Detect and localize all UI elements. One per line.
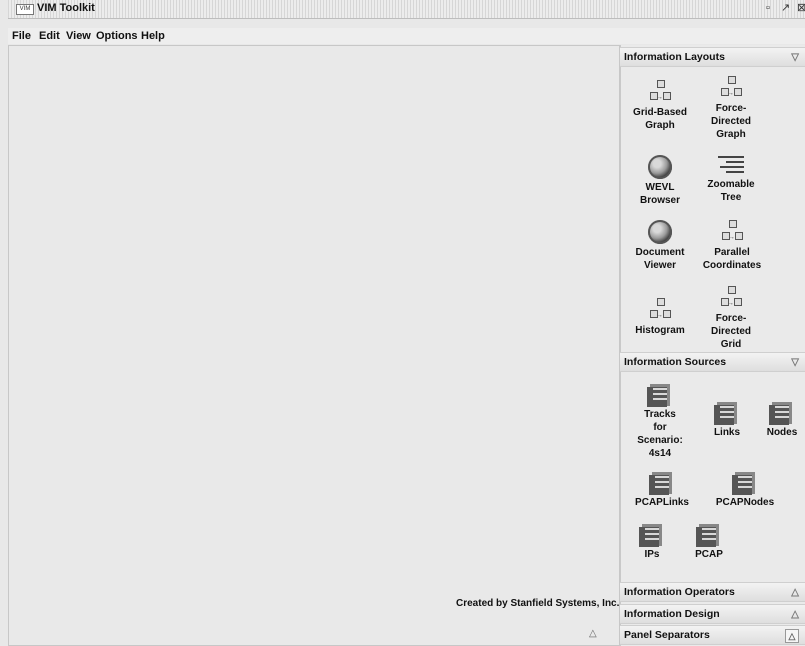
menu-options[interactable]: Options [96, 30, 138, 42]
credit-label: Created by Stanfield Systems, Inc. [456, 598, 620, 609]
information-sources-header[interactable]: Information Sources ▽ [620, 352, 805, 372]
close-icon[interactable]: ⊠ [797, 3, 805, 14]
item-label: Links [713, 427, 741, 438]
layout-zoomable-tree[interactable]: Zoomable Tree [700, 154, 762, 204]
item-label: PCAPNodes [715, 497, 775, 508]
collapse-icon[interactable]: ▽ [791, 48, 799, 67]
database-icon [639, 524, 662, 547]
graph-icon: → [648, 298, 672, 322]
item-label: Parallel Coordinates [702, 247, 762, 271]
expand-icon[interactable]: △ [791, 583, 799, 602]
menu-file[interactable]: File [12, 30, 31, 42]
graph-icon: → [719, 76, 743, 100]
panel-separators-header[interactable]: Panel Separators △ [620, 625, 805, 645]
layout-document-viewer[interactable]: Document Viewer [631, 220, 689, 272]
layout-grid-based-graph[interactable]: → Grid-Based Graph [631, 80, 689, 132]
globe-icon [648, 155, 672, 179]
window-title: VIM Toolkit [37, 2, 95, 14]
panel-title: Information Sources [624, 356, 727, 368]
title-bar[interactable]: VIM VIM Toolkit ▫ ↗ ⊠ [8, 0, 805, 19]
item-label: Tracks for Scenario: 4s14 [637, 409, 683, 459]
graph-icon: → [648, 80, 672, 104]
collapse-icon[interactable]: ▽ [791, 353, 799, 372]
source-tracks[interactable]: Tracks for Scenario: 4s14 [632, 384, 688, 460]
application-window: VIM VIM Toolkit ▫ ↗ ⊠ File Edit View Opt… [0, 0, 805, 646]
database-icon [732, 472, 755, 495]
database-icon [647, 384, 670, 407]
graph-icon: → [720, 220, 744, 244]
item-label: Zoomable Tree [707, 179, 755, 203]
maximize-icon[interactable]: ↗ [781, 3, 791, 14]
menu-view[interactable]: View [66, 30, 91, 42]
workspace-canvas[interactable] [8, 45, 620, 646]
source-pcap[interactable]: PCAP [687, 524, 731, 561]
item-label: PCAP [695, 549, 723, 560]
item-label: Grid-Based Graph [633, 107, 687, 131]
source-ips[interactable]: IPs [634, 524, 670, 561]
menu-help[interactable]: Help [141, 30, 165, 42]
information-operators-header[interactable]: Information Operators △ [620, 582, 805, 602]
database-icon [769, 402, 792, 425]
minimize-icon[interactable]: ▫ [766, 3, 776, 14]
menu-edit[interactable]: Edit [39, 30, 60, 42]
source-pcaplinks[interactable]: PCAPLinks [632, 472, 692, 509]
panel-title: Information Layouts [624, 51, 725, 63]
graph-icon: → [719, 286, 743, 310]
source-nodes[interactable]: Nodes [760, 402, 804, 439]
information-layouts-header[interactable]: Information Layouts ▽ [620, 47, 805, 67]
source-links[interactable]: Links [705, 402, 749, 439]
panel-title: Panel Separators [624, 629, 710, 641]
database-icon [649, 472, 672, 495]
expand-icon[interactable]: △ [785, 629, 799, 643]
menu-bar: File Edit View Options Help [8, 28, 805, 44]
app-icon: VIM [16, 4, 34, 15]
expand-icon[interactable]: △ [791, 605, 799, 624]
layout-wevl-browser[interactable]: WEVL Browser [631, 155, 689, 207]
item-label: Nodes [766, 427, 798, 438]
item-label: IPs [644, 549, 660, 560]
source-pcapnodes[interactable]: PCAPNodes [711, 472, 779, 509]
database-icon [696, 524, 719, 547]
item-label: WEVL Browser [639, 182, 680, 206]
item-label: PCAPLinks [635, 497, 689, 508]
expand-toggle-icon[interactable]: △ [589, 628, 597, 639]
item-label: Force- Directed Grid [710, 313, 751, 350]
panel-title: Information Design [624, 608, 720, 620]
layout-force-directed-grid[interactable]: → Force- Directed Grid [700, 286, 762, 351]
tree-icon [718, 154, 744, 176]
item-label: Histogram [635, 325, 685, 336]
database-icon [714, 402, 737, 425]
item-label: Force- Directed Graph [710, 103, 751, 140]
layout-force-directed-graph[interactable]: → Force- Directed Graph [700, 76, 762, 141]
layout-histogram[interactable]: → Histogram [631, 298, 689, 337]
item-label: Document Viewer [635, 247, 685, 271]
layout-parallel-coordinates[interactable]: → Parallel Coordinates [697, 220, 767, 272]
information-design-header[interactable]: Information Design △ [620, 604, 805, 624]
panel-title: Information Operators [624, 586, 735, 598]
globe-icon [648, 220, 672, 244]
